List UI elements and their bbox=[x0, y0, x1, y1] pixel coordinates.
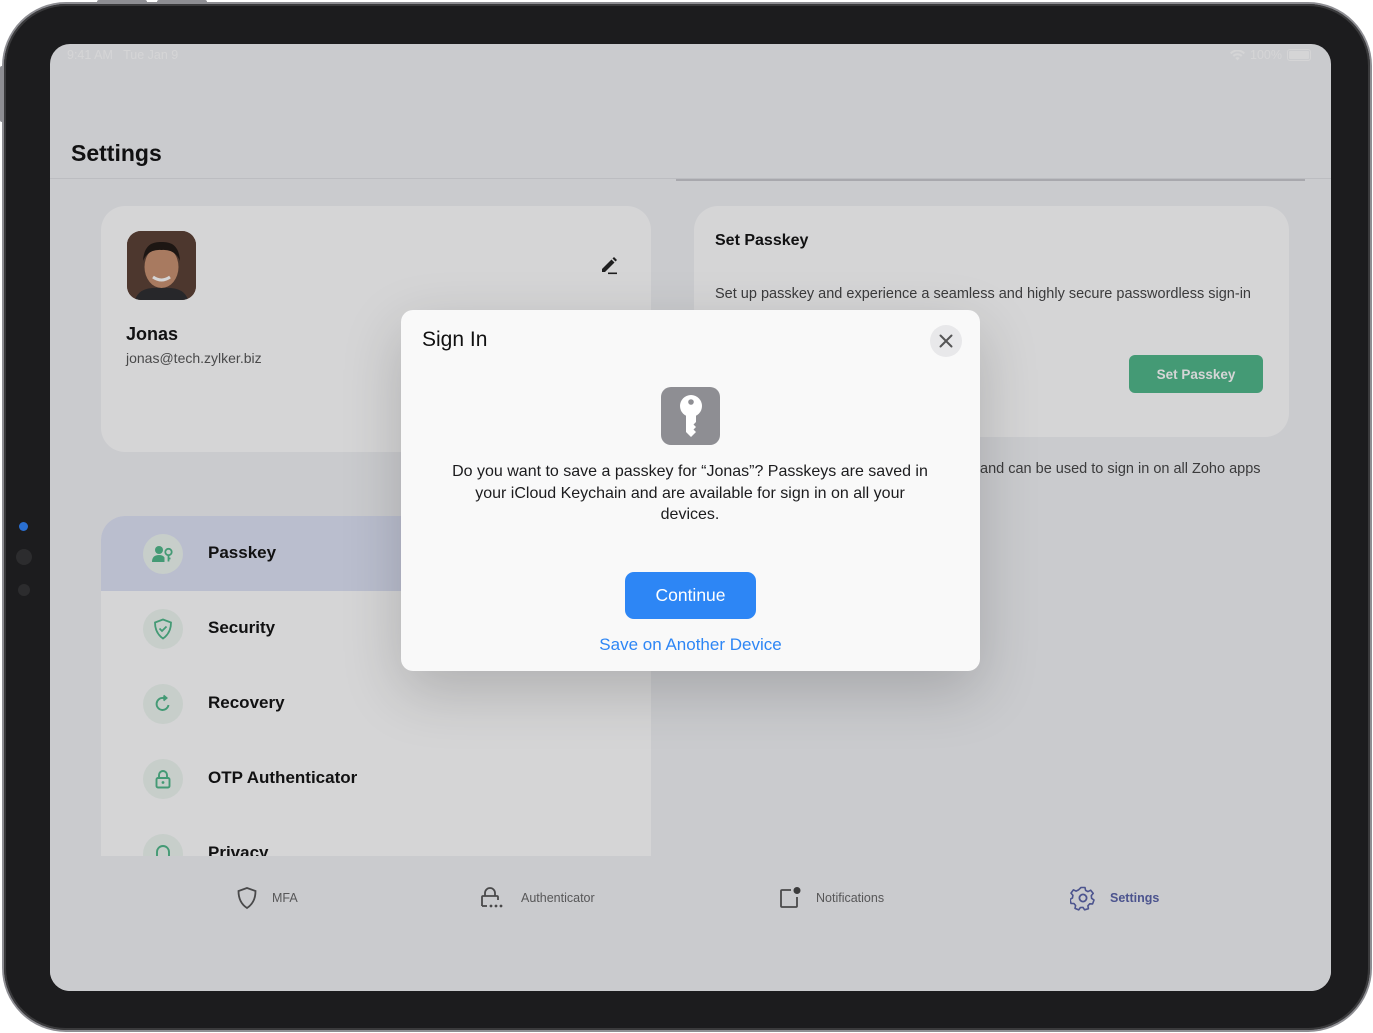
close-button[interactable] bbox=[930, 325, 962, 357]
camera bbox=[19, 522, 28, 531]
key-icon bbox=[661, 387, 720, 445]
ipad-frame: 9:41 AM Tue Jan 9 100% Settings Jonas jo… bbox=[4, 4, 1370, 1030]
save-on-another-device-link[interactable]: Save on Another Device bbox=[401, 635, 980, 655]
screen: 9:41 AM Tue Jan 9 100% Settings Jonas jo… bbox=[50, 44, 1331, 991]
sensor-2 bbox=[18, 584, 30, 596]
sign-in-dialog: Sign In Do you want to save a passkey fo… bbox=[401, 310, 980, 671]
dialog-title: Sign In bbox=[422, 328, 488, 351]
continue-button[interactable]: Continue bbox=[625, 572, 756, 619]
dialog-message: Do you want to save a passkey for “Jonas… bbox=[452, 463, 928, 523]
close-icon bbox=[939, 334, 953, 348]
sensor bbox=[16, 549, 32, 565]
